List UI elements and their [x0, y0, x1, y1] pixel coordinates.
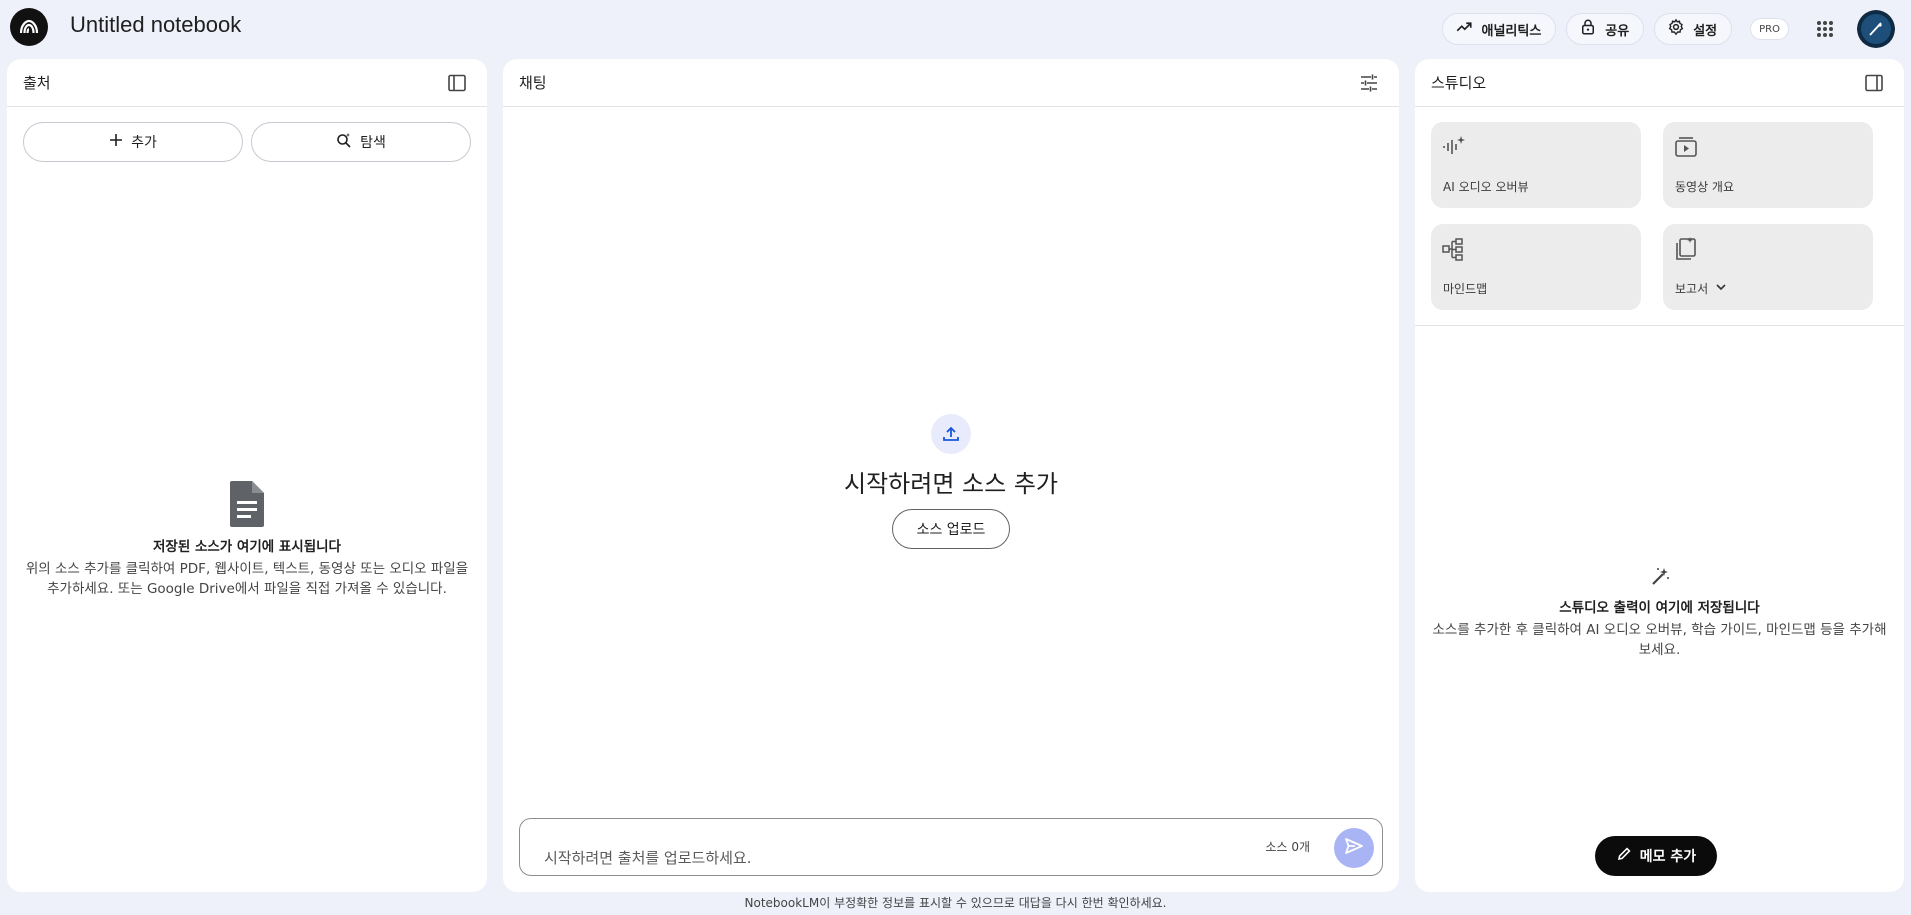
tune-settings-icon[interactable] [1355, 69, 1383, 97]
top-bar: Untitled notebook 애널리틱스 공유 설정 PRO [0, 0, 1911, 56]
chat-empty-heading: 시작하려면 소스 추가 [844, 470, 1058, 498]
studio-empty-title: 스튜디오 출력이 여기에 저장됩니다 [1559, 600, 1760, 616]
studio-card-label: 마인드맵 [1443, 281, 1488, 296]
top-actions: 애널리틱스 공유 설정 PRO [1442, 10, 1895, 48]
analytics-label: 애널리틱스 [1481, 23, 1542, 39]
explore-label: 탐색 [360, 135, 386, 151]
send-button[interactable] [1334, 828, 1374, 868]
send-icon [1344, 836, 1364, 860]
plus-icon [109, 133, 123, 151]
source-actions: 추가 탐색 [7, 107, 487, 177]
studio-card-video-overview[interactable]: 동영상 개요 [1663, 122, 1873, 208]
chat-input-box[interactable]: 시작하려면 출처를 업로드하세요. 소스 0개 [519, 818, 1383, 876]
sources-empty-state: 저장된 소스가 여기에 표시됩니다 위의 소스 추가를 클릭하여 PDF, 웹사… [7, 479, 487, 599]
sources-empty-desc: 위의 소스 추가를 클릭하여 PDF, 웹사이트, 텍스트, 동영상 또는 오디… [25, 561, 469, 597]
studio-empty-state: 스튜디오 출력이 여기에 저장됩니다 소스를 추가한 후 클릭하여 AI 오디오… [1415, 566, 1904, 660]
report-icon [1673, 236, 1699, 262]
notebook-title[interactable]: Untitled notebook [70, 12, 241, 38]
sources-empty-title: 저장된 소스가 여기에 표시됩니다 [153, 539, 341, 555]
sources-panel: 출처 추가 탐색 저장된 소스가 여기에 표시됩니다 위의 소스 추가를 클릭하… [7, 59, 487, 892]
magic-wand-icon [1431, 566, 1888, 592]
upload-source-button[interactable]: 소스 업로드 [892, 509, 1010, 549]
lock-icon [1579, 18, 1597, 40]
share-label: 공유 [1605, 23, 1630, 39]
document-icon [226, 479, 268, 533]
report-label: 보고서 [1675, 281, 1709, 296]
studio-header: 스튜디오 [1415, 59, 1904, 107]
chat-input-placeholder[interactable]: 시작하려면 출처를 업로드하세요. [544, 847, 752, 868]
chat-empty-state: 시작하려면 소스 추가 소스 업로드 [503, 414, 1399, 549]
source-count: 소스 0개 [1265, 840, 1310, 854]
studio-card-label: 동영상 개요 [1675, 180, 1735, 194]
studio-card-label: AI 오디오 오버뷰 [1443, 180, 1529, 194]
video-icon [1673, 134, 1699, 160]
explore-button[interactable]: 탐색 [251, 122, 471, 162]
trending-up-icon [1455, 18, 1473, 40]
notebooklm-logo-icon[interactable] [10, 8, 48, 46]
studio-card-label-report: 보고서 [1675, 280, 1728, 297]
mindmap-icon [1441, 236, 1467, 262]
studio-empty-desc: 소스를 추가한 후 클릭하여 AI 오디오 오버뷰, 학습 가이드, 마인드맵 … [1432, 622, 1887, 658]
sources-header: 출처 [7, 59, 487, 107]
share-button[interactable]: 공유 [1566, 13, 1645, 45]
upload-icon [931, 414, 971, 454]
analytics-button[interactable]: 애널리틱스 [1442, 13, 1557, 45]
chat-panel: 채팅 시작하려면 소스 추가 소스 업로드 시작하려면 출처를 업로드하세요. … [503, 59, 1399, 892]
collapse-left-panel-icon[interactable] [443, 69, 471, 97]
apps-grid-icon[interactable] [1807, 11, 1843, 47]
studio-card-audio-overview[interactable]: AI 오디오 오버뷰 [1431, 122, 1641, 208]
disclaimer-footer: NotebookLM이 부정확한 정보를 표시할 수 있으므로 대답을 다시 한… [744, 896, 1167, 910]
add-memo-button[interactable]: 메모 추가 [1595, 836, 1717, 876]
search-spark-icon [336, 132, 352, 152]
chat-header: 채팅 [503, 59, 1399, 107]
chevron-down-icon[interactable] [1714, 280, 1728, 297]
avatar[interactable] [1857, 10, 1895, 48]
audio-waveform-icon [1441, 134, 1467, 160]
settings-button[interactable]: 설정 [1654, 13, 1733, 45]
pencil-icon [1616, 846, 1632, 866]
settings-label: 설정 [1693, 23, 1718, 39]
add-source-button[interactable]: 추가 [23, 122, 243, 162]
add-memo-label: 메모 추가 [1639, 849, 1697, 865]
gear-icon [1667, 18, 1685, 40]
studio-title: 스튜디오 [1431, 74, 1487, 92]
add-source-label: 추가 [131, 135, 157, 151]
studio-card-mindmap[interactable]: 마인드맵 [1431, 223, 1641, 310]
collapse-right-panel-icon[interactable] [1860, 69, 1888, 97]
studio-tools-grid: AI 오디오 오버뷰 동영상 개요 마인드맵 보고서 [1415, 107, 1904, 326]
pro-badge: PRO [1750, 18, 1789, 40]
sources-title: 출처 [23, 74, 51, 92]
studio-panel: 스튜디오 AI 오디오 오버뷰 동영상 개요 마인드맵 보고서 스튜디오 출력이… [1415, 59, 1904, 892]
chat-title: 채팅 [519, 74, 547, 92]
studio-card-report[interactable]: 보고서 [1663, 223, 1873, 310]
